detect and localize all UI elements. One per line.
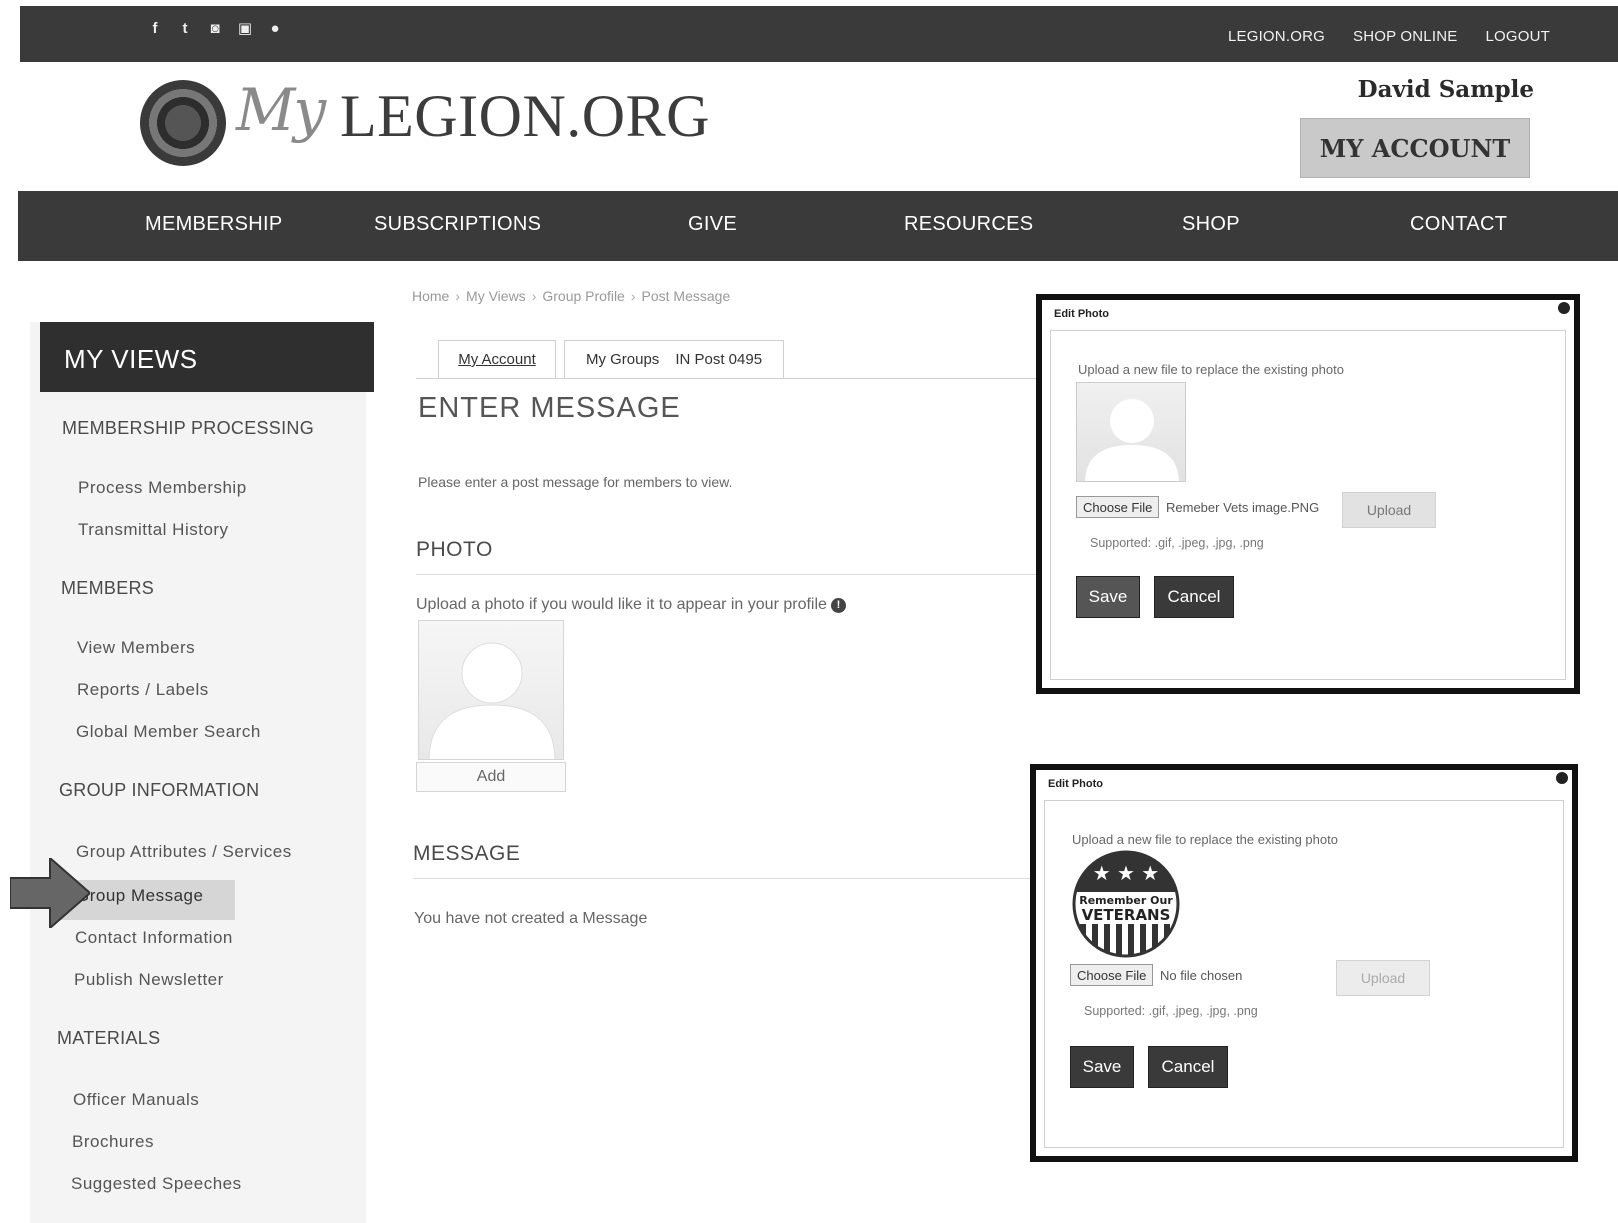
my-account-button[interactable]: MY ACCOUNT bbox=[1300, 118, 1530, 178]
photo-section-rule bbox=[416, 574, 1036, 575]
tab-my-groups[interactable]: My Groups IN Post 0495 bbox=[564, 340, 784, 378]
legion-emblem-logo[interactable] bbox=[140, 80, 226, 166]
page-title: ENTER MESSAGE bbox=[418, 392, 681, 424]
breadcrumb-separator: › bbox=[531, 288, 537, 304]
default-avatar-icon bbox=[1085, 399, 1179, 481]
nav-contact[interactable]: CONTACT bbox=[1410, 213, 1507, 236]
sidebar-item-global-member-search[interactable]: Global Member Search bbox=[76, 722, 261, 742]
twitter-icon[interactable]: t bbox=[176, 20, 194, 38]
sidebar-item-group-message[interactable]: Group Message bbox=[76, 886, 203, 906]
logo-my-text: My bbox=[236, 76, 326, 144]
tab-my-account[interactable]: My Account bbox=[438, 340, 556, 378]
selected-file-name: No file chosen bbox=[1160, 968, 1243, 983]
remember-veterans-badge: ★ ★ ★ Remember Our VETERANS bbox=[1072, 850, 1180, 958]
breadcrumb: Home › My Views › Group Profile › Post M… bbox=[412, 288, 730, 304]
sidebar-item-group-attributes[interactable]: Group Attributes / Services bbox=[76, 842, 292, 862]
choose-file-button[interactable]: Choose File bbox=[1070, 964, 1154, 986]
cancel-button[interactable]: Cancel bbox=[1154, 576, 1234, 618]
photo-hint-text: Upload a photo if you would like it to a… bbox=[416, 596, 827, 613]
profile-photo-placeholder bbox=[418, 620, 564, 760]
sidebar-item-publish-newsletter[interactable]: Publish Newsletter bbox=[74, 970, 224, 990]
close-icon[interactable] bbox=[1556, 772, 1568, 784]
choose-file-button[interactable]: Choose File bbox=[1076, 496, 1160, 518]
sidebar-item-contact-information[interactable]: Contact Information bbox=[75, 928, 233, 948]
supported-formats: Supported: .gif, .jpeg, .jpg, .png bbox=[1084, 1004, 1258, 1018]
breadcrumb-group-profile[interactable]: Group Profile bbox=[542, 288, 624, 304]
instagram-icon[interactable]: ◙ bbox=[206, 20, 224, 38]
edit-photo-dialog: Edit Photo Upload a new file to replace … bbox=[1036, 294, 1580, 694]
tab-my-groups-label: My Groups bbox=[585, 351, 660, 368]
supported-formats: Supported: .gif, .jpeg, .jpg, .png bbox=[1090, 536, 1264, 550]
nav-give[interactable]: GIVE bbox=[688, 213, 737, 236]
upload-button[interactable]: Upload bbox=[1336, 960, 1430, 996]
logo-legion-text[interactable]: LEGION.ORG bbox=[340, 82, 710, 151]
sidebar-item-reports-labels[interactable]: Reports / Labels bbox=[77, 680, 209, 700]
default-avatar-icon bbox=[428, 642, 556, 759]
sidebar-item-view-members[interactable]: View Members bbox=[77, 638, 195, 658]
intro-text: Please enter a post message for members … bbox=[418, 474, 733, 490]
shop-online-link[interactable]: SHOP ONLINE bbox=[1353, 28, 1457, 45]
logout-link[interactable]: LOGOUT bbox=[1485, 28, 1550, 45]
sidebar-item-officer-manuals[interactable]: Officer Manuals bbox=[73, 1090, 199, 1110]
sidebar-section-membership-processing: MEMBERSHIP PROCESSING bbox=[62, 418, 315, 438]
tab-post-label: IN Post 0495 bbox=[675, 351, 763, 368]
legion-org-link[interactable]: LEGION.ORG bbox=[1228, 28, 1325, 45]
sidebar-item-process-membership[interactable]: Process Membership bbox=[78, 478, 247, 498]
nav-subscriptions[interactable]: SUBSCRIPTIONS bbox=[374, 213, 541, 236]
close-icon[interactable] bbox=[1558, 302, 1570, 314]
photo-hint: Upload a photo if you would like it to a… bbox=[416, 596, 846, 614]
selected-file-name: Remeber Vets image.PNG bbox=[1166, 500, 1320, 515]
sidebar-item-transmittal-history[interactable]: Transmittal History bbox=[78, 520, 229, 540]
nav-shop[interactable]: SHOP bbox=[1182, 213, 1240, 236]
photo-section-title: PHOTO bbox=[416, 538, 493, 561]
pinterest-icon[interactable]: ● bbox=[266, 20, 284, 38]
edit-photo-dialog-uploaded: Edit Photo Upload a new file to replace … bbox=[1030, 764, 1578, 1162]
pointer-arrow-icon bbox=[10, 858, 90, 928]
nav-resources[interactable]: RESOURCES bbox=[904, 213, 1033, 236]
upload-button[interactable]: Upload bbox=[1342, 492, 1436, 528]
sidebar bbox=[30, 322, 366, 1223]
info-icon[interactable]: ! bbox=[830, 597, 846, 613]
svg-text:★ ★ ★: ★ ★ ★ bbox=[1093, 861, 1160, 885]
tab-divider bbox=[416, 378, 1036, 379]
top-links: LEGION.ORG SHOP ONLINE LOGOUT bbox=[1228, 28, 1550, 45]
youtube-icon[interactable]: ▣ bbox=[236, 20, 254, 38]
message-section-title: MESSAGE bbox=[413, 842, 521, 865]
dialog-instruction: Upload a new file to replace the existin… bbox=[1072, 832, 1338, 847]
breadcrumb-home[interactable]: Home bbox=[412, 288, 449, 304]
sidebar-item-brochures[interactable]: Brochures bbox=[72, 1132, 154, 1152]
top-utility-bar: f t ◙ ▣ ● LEGION.ORG SHOP ONLINE LOGOUT bbox=[20, 6, 1618, 62]
dialog-title: Edit Photo bbox=[1048, 778, 1103, 790]
user-name: David Sample bbox=[1357, 76, 1534, 103]
breadcrumb-current: Post Message bbox=[641, 288, 731, 304]
save-button[interactable]: Save bbox=[1076, 576, 1140, 618]
add-photo-button[interactable]: Add bbox=[416, 762, 566, 792]
sidebar-item-suggested-speeches[interactable]: Suggested Speeches bbox=[71, 1174, 242, 1194]
nav-membership[interactable]: MEMBERSHIP bbox=[145, 213, 282, 236]
sidebar-section-members: MEMBERS bbox=[61, 578, 155, 598]
no-message-text: You have not created a Message bbox=[414, 910, 648, 927]
breadcrumb-separator: › bbox=[630, 288, 636, 304]
current-photo-preview bbox=[1076, 382, 1186, 482]
dialog-title: Edit Photo bbox=[1054, 308, 1109, 320]
social-links: f t ◙ ▣ ● bbox=[146, 20, 284, 38]
message-section-rule bbox=[413, 878, 1033, 879]
breadcrumb-separator: › bbox=[455, 288, 461, 304]
facebook-icon[interactable]: f bbox=[146, 20, 164, 38]
main-nav: MEMBERSHIP SUBSCRIPTIONS GIVE RESOURCES … bbox=[18, 191, 1618, 261]
badge-line-2: VETERANS bbox=[1081, 906, 1171, 924]
save-button[interactable]: Save bbox=[1070, 1046, 1134, 1088]
sidebar-section-group-information: GROUP INFORMATION bbox=[59, 780, 260, 800]
cancel-button[interactable]: Cancel bbox=[1148, 1046, 1228, 1088]
sidebar-title: MY VIEWS bbox=[40, 322, 374, 392]
breadcrumb-my-views[interactable]: My Views bbox=[466, 288, 526, 304]
dialog-instruction: Upload a new file to replace the existin… bbox=[1078, 362, 1344, 377]
sidebar-section-materials: MATERIALS bbox=[57, 1028, 161, 1048]
